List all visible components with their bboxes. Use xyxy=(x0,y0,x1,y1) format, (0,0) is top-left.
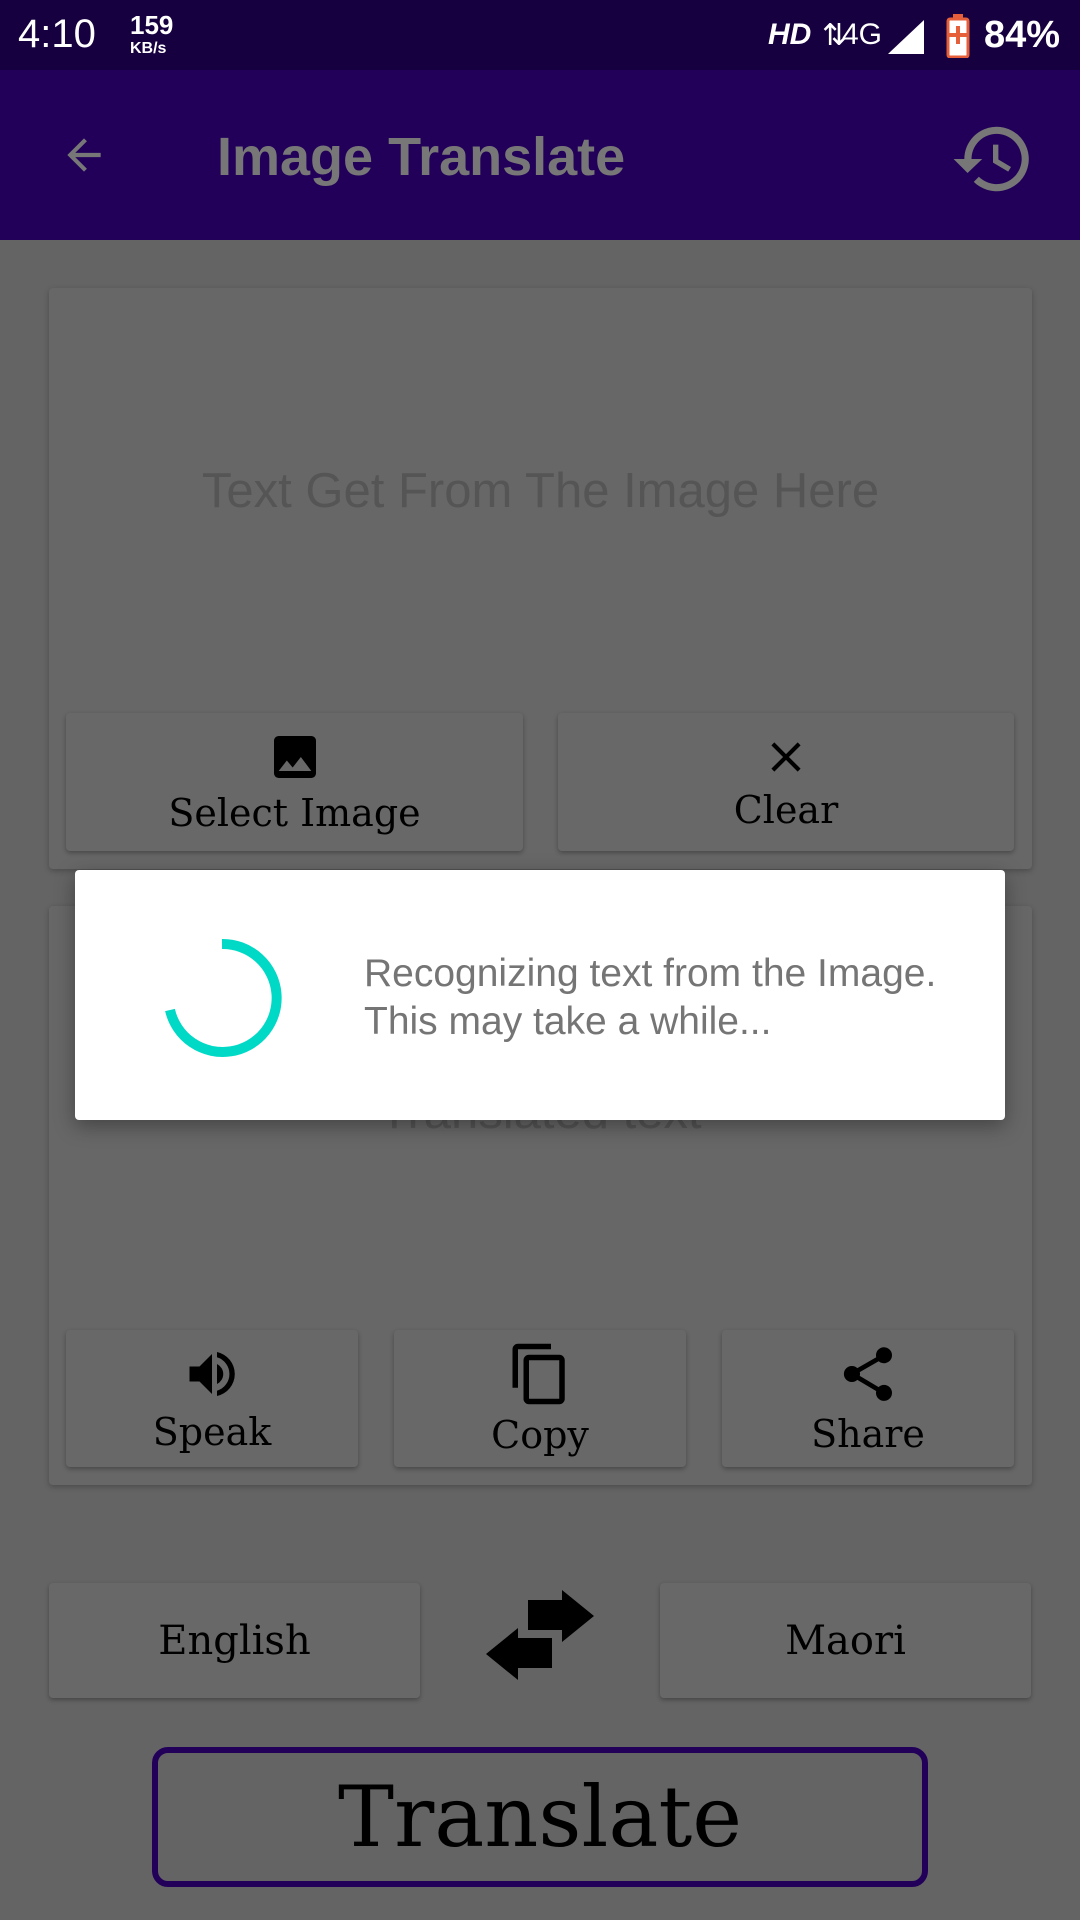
share-icon xyxy=(843,1346,892,1401)
status-bar: 4:10 159 KB/s HD ⇅ 4G 84% xyxy=(0,0,1080,70)
battery-level: 84% xyxy=(984,14,1061,56)
network-speed-unit: KB/s xyxy=(130,40,167,57)
clear-button[interactable]: Clear xyxy=(558,713,1014,851)
hd-indicator: HD xyxy=(768,18,812,51)
close-icon xyxy=(771,742,801,772)
image-icon xyxy=(273,736,316,778)
speaker-icon xyxy=(189,1351,235,1396)
translate-button[interactable]: Translate xyxy=(152,1747,928,1887)
swap-languages-icon[interactable] xyxy=(484,1590,596,1680)
target-language-button[interactable]: Maori xyxy=(660,1583,1031,1698)
toolbar: Image Translate xyxy=(0,70,1080,240)
loading-spinner-icon xyxy=(165,938,282,1057)
share-button[interactable]: Share xyxy=(722,1330,1014,1467)
translate-label: Translate xyxy=(338,1768,742,1866)
share-label: Share xyxy=(811,1411,925,1456)
source-text-placeholder[interactable]: Text Get From The Image Here xyxy=(49,463,1032,519)
source-text-card: Text Get From The Image Here Select Imag… xyxy=(49,288,1032,869)
source-language: English xyxy=(158,1617,311,1664)
progress-dialog: Recognizing text from the Image. This ma… xyxy=(75,870,1005,1120)
copy-icon xyxy=(512,1343,565,1404)
select-image-label: Select Image xyxy=(168,791,421,835)
history-icon[interactable] xyxy=(950,116,1036,202)
copy-label: Copy xyxy=(491,1412,589,1457)
dialog-message: Recognizing text from the Image. This ma… xyxy=(364,952,937,1043)
target-language: Maori xyxy=(785,1617,906,1664)
clear-label: Clear xyxy=(733,788,839,832)
speak-label: Speak xyxy=(152,1409,272,1454)
copy-button[interactable]: Copy xyxy=(394,1330,686,1467)
page-title: Image Translate xyxy=(217,127,626,187)
status-time: 4:10 xyxy=(18,12,96,56)
signal-icon xyxy=(888,20,924,54)
speak-button[interactable]: Speak xyxy=(66,1330,358,1467)
source-language-button[interactable]: English xyxy=(49,1583,420,1698)
arrow-back-icon[interactable] xyxy=(58,130,110,180)
battery-icon xyxy=(946,14,970,58)
select-image-button[interactable]: Select Image xyxy=(66,713,523,851)
network-speed: 159 xyxy=(130,10,174,40)
network-type: 4G xyxy=(842,18,883,51)
